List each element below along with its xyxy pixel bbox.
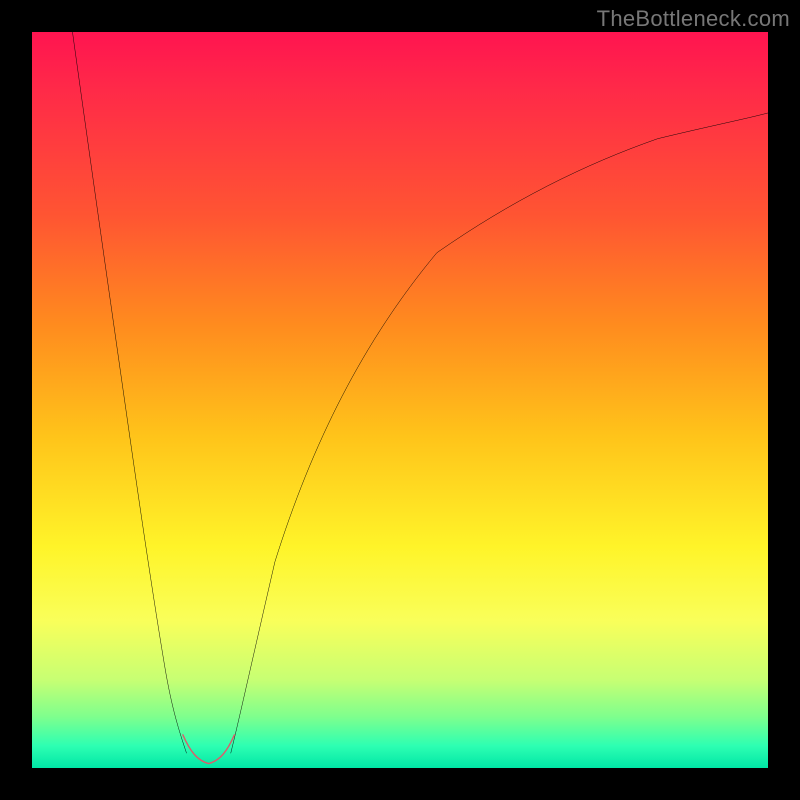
curve-valley-highlight bbox=[183, 735, 235, 764]
curve-right-branch bbox=[231, 113, 768, 753]
curve-left-branch bbox=[72, 32, 186, 753]
frame: TheBottleneck.com bbox=[0, 0, 800, 800]
watermark-text: TheBottleneck.com bbox=[597, 6, 790, 32]
chart-plot-area bbox=[32, 32, 768, 768]
